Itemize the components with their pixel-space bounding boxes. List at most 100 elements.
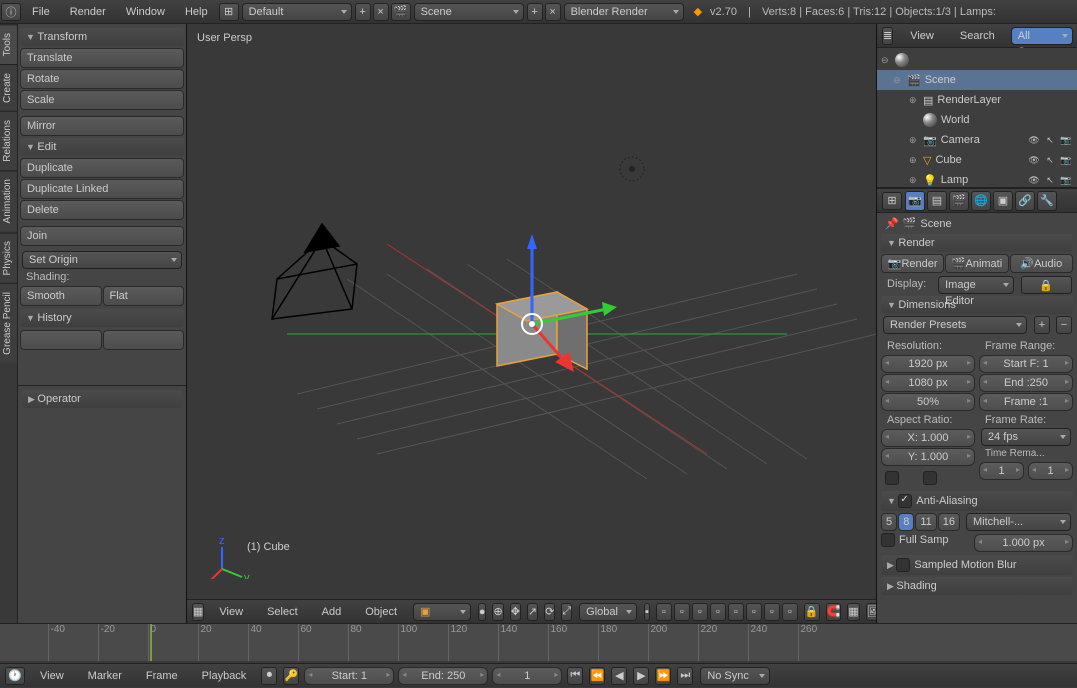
manip-scale-icon[interactable]: ⤢ — [561, 603, 572, 621]
timeremap-old-field[interactable]: 1 — [979, 462, 1024, 480]
manip-rotate-icon[interactable]: ⟳ — [544, 603, 555, 621]
play-icon[interactable]: ▶ — [633, 667, 649, 685]
animation-button[interactable]: 🎬Animati — [945, 254, 1008, 273]
vtab-relations[interactable]: Relations — [0, 111, 17, 170]
props-editor-icon[interactable]: ⊞ — [882, 192, 902, 210]
outliner-editor-icon[interactable]: ≣ — [882, 27, 893, 45]
vp-menu-view[interactable]: View — [209, 600, 253, 624]
tab-constraints-icon[interactable]: 🔗 — [1015, 191, 1035, 211]
display-lock-icon[interactable]: 🔒 — [1021, 276, 1072, 294]
vp-menu-select[interactable]: Select — [257, 600, 308, 624]
render-button[interactable]: 📷Render — [881, 254, 944, 273]
render-icon[interactable]: 📷 — [1059, 173, 1073, 187]
tree-renderlayers[interactable]: ⊕▤ RenderLayer — [877, 90, 1077, 110]
current-frame-input[interactable]: 1 — [492, 667, 562, 685]
orientation-dropdown[interactable]: Global — [579, 603, 637, 621]
tl-menu-marker[interactable]: Marker — [78, 664, 132, 688]
translate-button[interactable]: Translate — [20, 48, 184, 68]
aa-16-button[interactable]: 16 — [938, 513, 960, 531]
manip-translate-icon[interactable]: ↗ — [527, 603, 538, 621]
cursor-icon[interactable]: ↖ — [1043, 133, 1057, 147]
pivot-icon[interactable]: ⊕ — [492, 603, 503, 621]
menu-help[interactable]: Help — [175, 0, 218, 24]
mode-dropdown[interactable]: ▣ Object Mode — [413, 603, 471, 621]
manipulator-toggle[interactable]: ✥ — [510, 603, 521, 621]
fps-dropdown[interactable]: 24 fps — [981, 428, 1071, 446]
layout-dropdown[interactable]: Default — [242, 3, 352, 21]
vtab-grease-pencil[interactable]: Grease Pencil — [0, 283, 17, 363]
vtab-tools[interactable]: Tools — [0, 24, 17, 64]
aa-section-header[interactable]: Anti-Aliasing — [881, 491, 1073, 511]
tree-cube[interactable]: ⊕▽ Cube 👁↖📷 — [877, 150, 1077, 170]
auto-keyframe-icon[interactable]: ⏺ — [261, 667, 277, 685]
render-icon[interactable]: 📷 — [1059, 153, 1073, 167]
edit-panel-header[interactable]: Edit — [20, 138, 184, 156]
timeline-editor-icon[interactable]: 🕐 — [5, 667, 25, 685]
render-icon[interactable]: 📷 — [1059, 133, 1073, 147]
layer-buttons[interactable]: ▫▫▫▫ ▫▫▫▫ — [655, 603, 799, 621]
scene-dropdown[interactable]: Scene — [414, 3, 524, 21]
operator-panel-header[interactable]: Operator — [22, 390, 182, 408]
duplicate-linked-button[interactable]: Duplicate Linked — [20, 179, 184, 199]
scene-icon[interactable]: 🎬 — [391, 3, 411, 21]
cursor-icon[interactable]: ↖ — [1043, 153, 1057, 167]
tab-modifiers-icon[interactable]: 🔧 — [1037, 191, 1057, 211]
aa-11-button[interactable]: 11 — [915, 513, 936, 531]
screen-layout-icon[interactable]: ⊞ — [219, 3, 239, 21]
mirror-button[interactable]: Mirror — [20, 116, 184, 136]
vtab-physics[interactable]: Physics — [0, 232, 17, 283]
transform-panel-header[interactable]: Transform — [20, 28, 184, 46]
undo-partial[interactable] — [20, 330, 102, 350]
start-frame-field[interactable]: Start F: 1 — [979, 355, 1073, 373]
set-origin-dropdown[interactable]: Set Origin — [22, 251, 182, 269]
preset-add-button[interactable]: + — [1034, 316, 1050, 334]
crop-checkbox[interactable] — [923, 471, 937, 485]
scene-add-button[interactable]: + — [527, 3, 543, 21]
tl-menu-playback[interactable]: Playback — [192, 664, 257, 688]
aspect-x-field[interactable]: X: 1.000 — [881, 429, 975, 447]
layout-add-button[interactable]: + — [355, 3, 371, 21]
preset-remove-button[interactable]: − — [1056, 316, 1072, 334]
tab-render-icon[interactable]: 📷 — [905, 191, 925, 211]
outliner-filter-dropdown[interactable]: All Scenes — [1011, 27, 1074, 45]
vp-menu-object[interactable]: Object — [355, 600, 407, 624]
aa-5-button[interactable]: 5 — [881, 513, 897, 531]
scene-remove-button[interactable]: × — [545, 3, 561, 21]
rotate-button[interactable]: Rotate — [20, 69, 184, 89]
render-engine-dropdown[interactable]: Blender Render — [564, 3, 684, 21]
vtab-create[interactable]: Create — [0, 64, 17, 111]
play-reverse-icon[interactable]: ◀ — [611, 667, 627, 685]
tree-lamp[interactable]: ⊕💡 Lamp 👁↖📷 — [877, 170, 1077, 187]
eye-icon[interactable]: 👁 — [1027, 153, 1041, 167]
menu-window[interactable]: Window — [116, 0, 175, 24]
snap-icon[interactable]: 🧲 — [826, 603, 842, 621]
outliner-view[interactable]: View — [900, 24, 944, 48]
aa-px-field[interactable]: 1.000 px — [974, 534, 1073, 552]
cursor-icon[interactable]: ↖ — [1043, 173, 1057, 187]
lock-camera-icon[interactable]: 🔒 — [804, 603, 820, 621]
smooth-button[interactable]: Smooth — [20, 286, 102, 306]
viewport-shading-icon[interactable]: ● — [478, 603, 487, 621]
layers-btn-1[interactable]: ▪ — [644, 603, 650, 621]
aa-filter-dropdown[interactable]: Mitchell-... — [966, 513, 1071, 531]
full-sample-checkbox[interactable] — [881, 533, 895, 547]
snap-type-icon[interactable]: ▦ — [847, 603, 859, 621]
tab-renderlayers-icon[interactable]: ▤ — [927, 191, 947, 211]
resolution-x-field[interactable]: 1920 px — [881, 355, 975, 373]
dimensions-section-header[interactable]: Dimensions — [881, 296, 1073, 314]
tab-scene-icon[interactable]: 🎬 — [949, 191, 969, 211]
jump-start-icon[interactable]: ⏮ — [567, 667, 583, 685]
resolution-y-field[interactable]: 1080 px — [881, 374, 975, 392]
shading-section-header[interactable]: Shading — [881, 577, 1073, 595]
join-button[interactable]: Join — [20, 226, 184, 246]
redo-partial[interactable] — [103, 330, 185, 350]
jump-end-icon[interactable]: ⏭ — [677, 667, 693, 685]
render-section-header[interactable]: Render — [881, 234, 1073, 252]
timeline-ruler[interactable]: -40-200204060801001201401601802002202402… — [0, 623, 1077, 661]
history-panel-header[interactable]: History — [20, 309, 184, 327]
render-presets-dropdown[interactable]: Render Presets — [883, 316, 1027, 334]
tree-camera[interactable]: ⊕📷 Camera 👁↖📷 — [877, 130, 1077, 150]
layout-remove-button[interactable]: × — [373, 3, 389, 21]
vp-menu-add[interactable]: Add — [312, 600, 352, 624]
end-frame-input[interactable]: End: 250 — [398, 667, 488, 685]
